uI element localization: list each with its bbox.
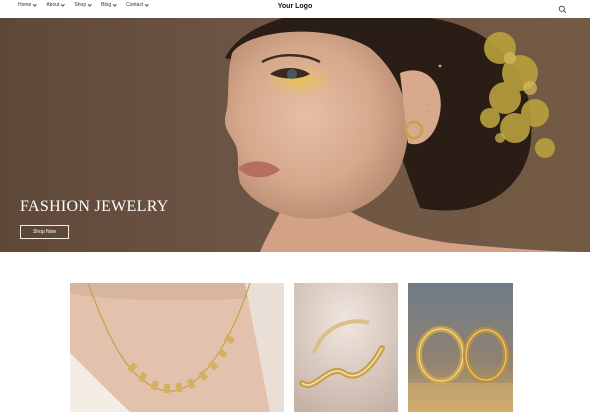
nav-item-label: Home xyxy=(18,2,32,8)
nav-item-label: Blog xyxy=(101,2,112,8)
chevron-down-icon xyxy=(144,1,150,7)
chevron-down-icon xyxy=(87,1,92,7)
bracelet-image xyxy=(294,283,398,412)
hero-title: FASHION JEWELRY xyxy=(20,198,169,215)
rings-image xyxy=(408,283,513,412)
nav-item-label: About xyxy=(46,2,60,8)
chevron-down-icon xyxy=(112,1,117,7)
chevron-down-icon xyxy=(32,1,38,7)
nav-item-blog[interactable]: Blog xyxy=(101,1,117,8)
necklace-image xyxy=(70,283,284,412)
search-icon xyxy=(558,5,567,14)
product-card-bracelet[interactable] xyxy=(294,283,398,412)
hero-banner: FASHION JEWELRY Shop Now xyxy=(0,18,590,252)
nav-item-about[interactable]: About xyxy=(46,1,66,8)
shop-now-button[interactable]: Shop Now xyxy=(20,225,69,239)
site-logo[interactable]: Your Logo xyxy=(278,3,312,10)
nav-item-label: Contact xyxy=(126,2,144,8)
nav-item-contact[interactable]: Contact xyxy=(126,1,150,8)
nav-item-shop[interactable]: Shop xyxy=(74,1,92,8)
hero-image xyxy=(0,18,590,252)
nav-item-label: Shop xyxy=(74,2,87,8)
chevron-down-icon xyxy=(61,1,66,7)
main-nav: Home About Shop Blog Contact xyxy=(18,1,150,8)
product-card-necklace[interactable] xyxy=(70,283,284,412)
search-button[interactable] xyxy=(558,1,567,14)
nav-item-home[interactable]: Home xyxy=(18,1,38,8)
site-header: Home About Shop Blog Contact Your Logo xyxy=(0,0,590,18)
product-card-rings[interactable] xyxy=(408,283,513,412)
